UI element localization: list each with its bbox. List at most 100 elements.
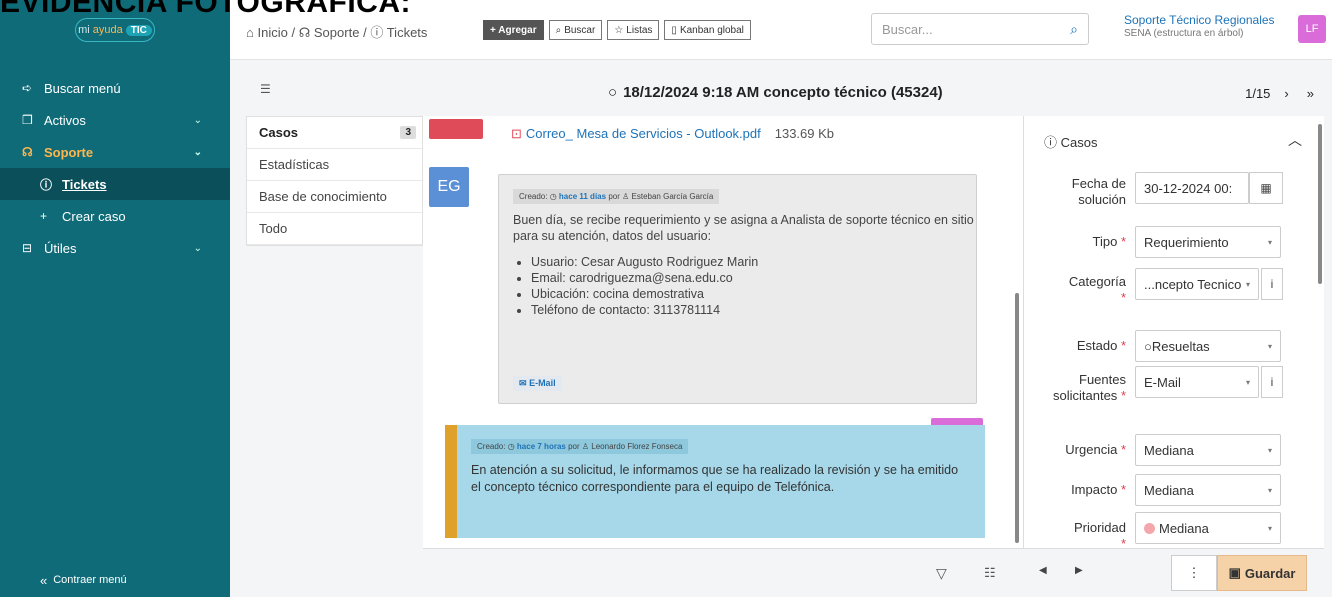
sidebar-item-support[interactable]: ☊ Soporte ⌄ [0,136,230,168]
user-entity: SENA (estructura en árbol) [1124,28,1244,39]
tab-estadisticas[interactable]: Estadísticas [247,149,422,181]
breadcrumb-home[interactable]: Inicio [257,25,287,40]
clock-icon: ◷ [507,442,515,451]
double-chevron-right-icon[interactable]: » [1307,86,1314,101]
type-select[interactable]: Requerimiento ▾ [1135,226,1281,258]
panel-title: ⓘ Casos [1044,132,1098,151]
timeline-marker [429,119,483,139]
more-options-button[interactable]: ⋮ [1171,555,1217,591]
status-select[interactable]: ○Resueltas ▾ [1135,330,1281,362]
tab-casos[interactable]: Casos 3 [247,117,422,149]
search-icon[interactable]: ⌕ [1070,21,1078,38]
alert-circle-icon: ⓘ [370,25,384,40]
impact-select[interactable]: Mediana ▾ [1135,474,1281,506]
followup-time: hace 7 horas [516,442,566,451]
kanban-icon: ▯ [671,24,677,36]
chevron-up-icon[interactable]: ︿ [1288,130,1302,150]
tab-todo[interactable]: Todo [247,213,422,245]
tab-base-conocimiento[interactable]: Base de conocimiento [247,181,422,213]
field-label-text: Categoría [1068,274,1126,289]
page-title: ○ 18/12/2024 9:18 AM concepto técnico (45… [608,84,943,101]
filter-icon[interactable]: ▽ [936,565,947,582]
sort-list-icon[interactable]: ☷ [984,565,996,581]
scrollbar[interactable] [1318,124,1322,284]
cube-icon: ❒ [22,113,33,127]
solution-date-field[interactable]: 30-12-2024 00: [1135,172,1249,204]
category-select[interactable]: ...ncepto Tecnico ▾ [1135,268,1259,300]
search-icon: ⌕ [555,24,562,36]
headset-icon: ☊ [22,145,33,159]
created-label: Creado: [519,192,548,201]
list-item: Ubicación: cocina demostrativa [531,286,976,302]
user-profile[interactable]: Soporte Técnico Regionales SENA (estructu… [1124,13,1275,41]
sidebar-item-label: Activos [44,112,86,128]
priority-select[interactable]: Mediana ▾ [1135,512,1281,544]
circle-status-icon: ○ [608,84,618,101]
lists-button[interactable]: ☆ Listas [607,20,660,40]
plus-icon: + [40,209,48,223]
followup-author[interactable]: Esteban García García [632,192,714,201]
collapse-menu-label: Contraer menú [53,574,127,586]
info-icon[interactable]: i [1261,366,1283,398]
star-icon: ☆ [614,24,624,36]
list-item: Usuario: Cesar Augusto Rodriguez Marin [531,254,976,270]
attachment-link[interactable]: ⊡ Correo_ Mesa de Servicios - Outlook.pdf… [511,126,834,142]
tab-label: Casos [259,125,299,140]
search-button[interactable]: ⌕ Buscar [548,20,603,40]
urgency-select-value: Mediana [1144,442,1194,458]
panel-title-text: Casos [1060,135,1098,150]
breadcrumb-separator: / [291,25,296,40]
sidebar-item-label: Buscar menú [44,80,121,96]
field-label-text: Prioridad [1073,520,1126,535]
field-label-impacto: Impacto * [1071,482,1126,497]
panel-footer: ◀ ▶ ⋮ ▣ Guardar [1023,548,1324,597]
save-button[interactable]: ▣ Guardar [1217,555,1307,591]
sidebar-item-create-case[interactable]: + Crear caso [0,200,230,232]
chevron-down-icon: ⌄ [193,242,202,254]
kanban-button[interactable]: ▯ Kanban global [664,20,751,40]
followup-bubble: Creado: ◷ hace 7 horas por ♙ Leonardo Fl… [445,425,985,538]
field-label-urgencia: Urgencia * [1065,442,1126,457]
attachment-size: 133.69 Kb [774,126,835,141]
sidebar-item-tickets[interactable]: ⓘ Tickets [0,168,230,200]
breadcrumb-support[interactable]: Soporte [314,25,360,40]
sidebar-item-assets[interactable]: ❒ Activos ⌄ [0,104,230,136]
caret-left-icon[interactable]: ◀ [1039,565,1047,576]
info-icon[interactable]: i [1261,268,1283,300]
field-label-text: Fuentes solicitantes [1053,372,1126,403]
followup-meta: Creado: ◷ hace 11 días por ♙ Esteban Gar… [513,189,720,204]
urgency-select[interactable]: Mediana ▾ [1135,434,1281,466]
mail-icon: ✉ [519,378,527,388]
tab-label: Estadísticas [259,157,330,172]
followup-text: En atención a su solicitud, le informamo… [471,463,959,494]
tab-label: Base de conocimiento [259,189,387,204]
logo-text-pre: mi [78,24,90,36]
caret-right-icon[interactable]: ▶ [1075,565,1083,576]
scrollbar[interactable] [1015,293,1019,543]
case-details-panel: ⓘ Casos ︿ Fecha de solución 30-12-2024 0… [1023,116,1324,551]
attachment-name: Correo_ Mesa de Servicios - Outlook.pdf [525,126,761,141]
sidebar-item-tools[interactable]: ⊟ Útiles ⌄ [0,232,230,264]
logo-badge: TIC [125,24,152,36]
clock-icon: ◷ [549,192,557,201]
field-label-estado: Estado * [1076,338,1126,353]
calendar-icon[interactable]: ▦ [1249,172,1283,204]
list-icon[interactable]: ☰ [260,82,271,96]
global-search-input[interactable]: Buscar... ⌕ [871,13,1089,45]
breadcrumb-tickets[interactable]: Tickets [387,25,428,40]
page-title-text: 18/12/2024 9:18 AM concepto técnico (453… [623,84,943,101]
request-source-select[interactable]: E-Mail ▾ [1135,366,1259,398]
priority-select-value: Mediana [1159,520,1209,536]
arrow-right-icon: ➪ [22,81,33,95]
collapse-menu-button[interactable]: « Contraer menú [0,563,127,597]
followup-author[interactable]: Leonardo Florez Fonseca [591,442,682,451]
chevron-right-icon[interactable]: › [1284,86,1288,101]
impact-select-value: Mediana [1144,482,1194,498]
category-select-value: ...ncepto Tecnico [1144,276,1242,292]
request-source-value: E-Mail [1144,374,1181,390]
avatar[interactable]: LF [1298,15,1326,43]
chevron-down-icon: ▾ [1245,279,1250,289]
add-button[interactable]: + Agregar [483,20,544,40]
chevron-down-icon: ▾ [1245,377,1250,387]
sidebar-item-search-menu[interactable]: ➪ Buscar menú [0,72,230,104]
